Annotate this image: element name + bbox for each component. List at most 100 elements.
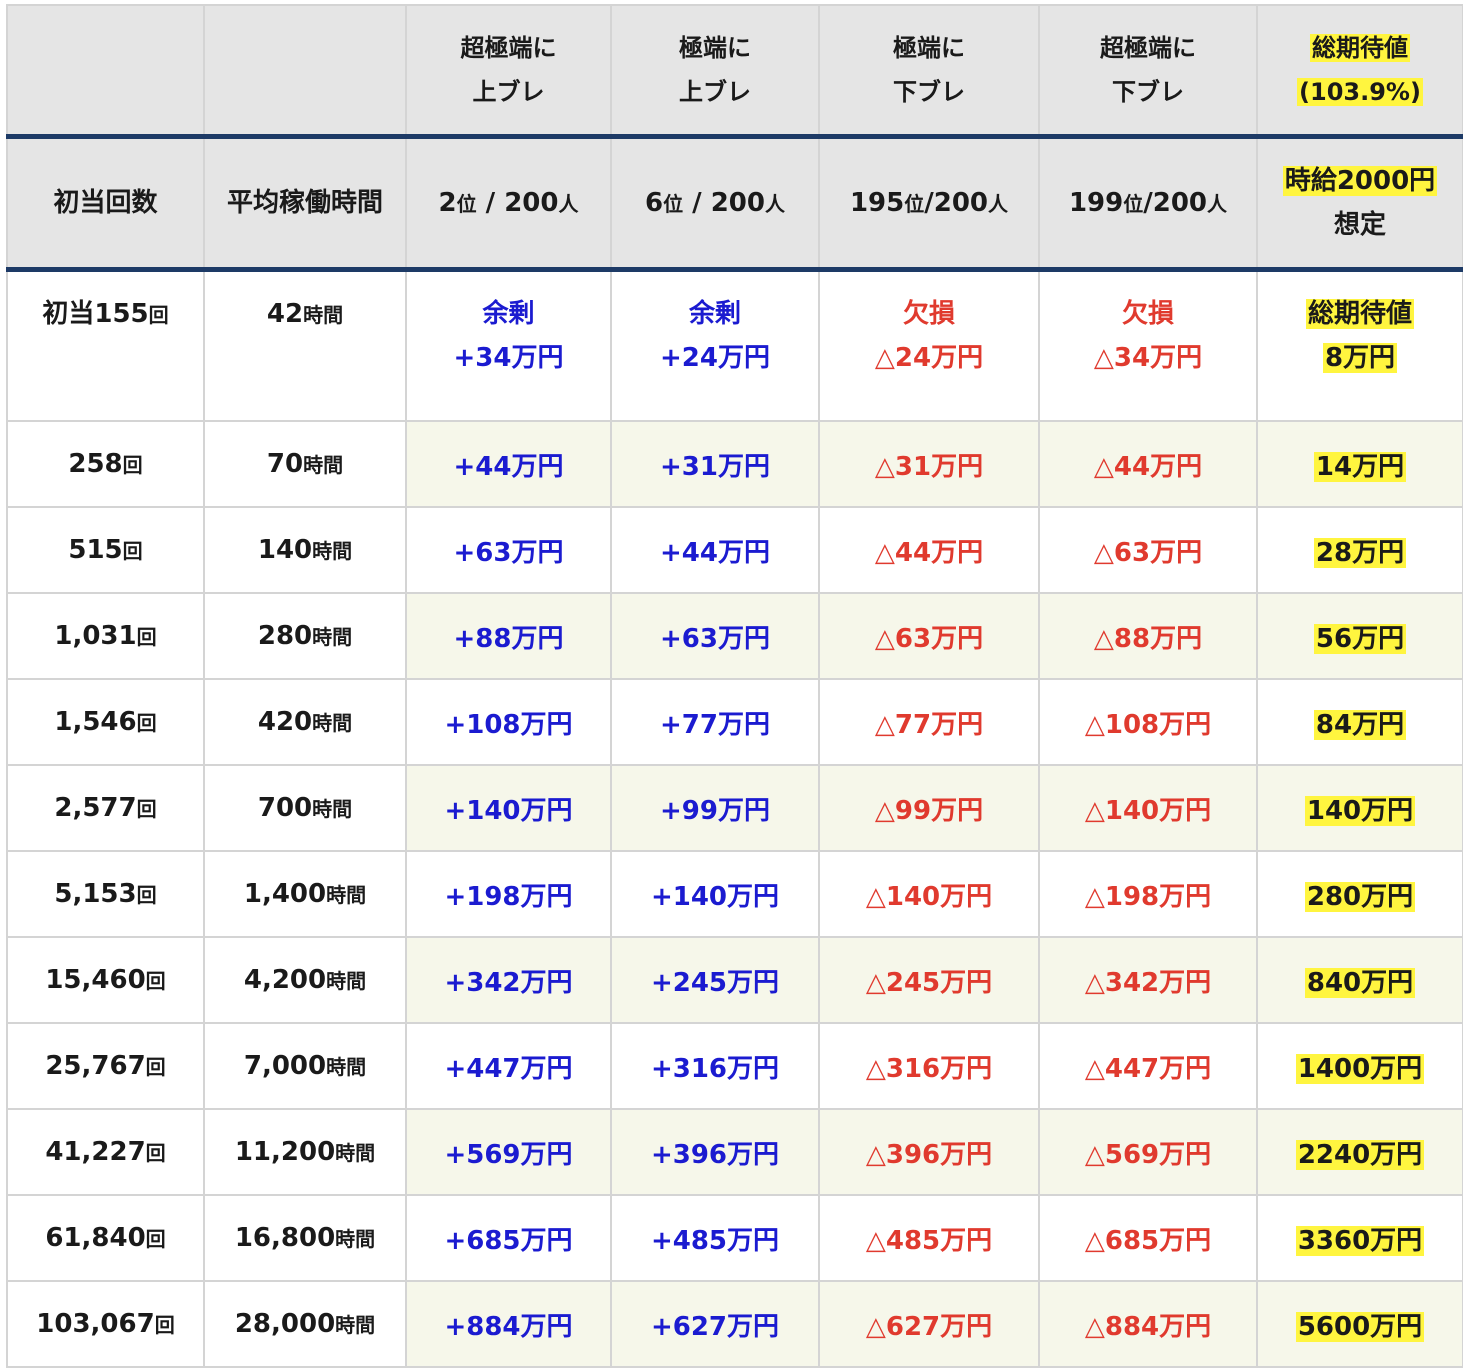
rank-unit: 位 bbox=[1123, 191, 1144, 216]
header-row-variance: 超極端に 上ブレ 極端に 上ブレ 極端に 下ブレ 超極端に 下ブレ 総期待値 (… bbox=[6, 4, 1463, 139]
hits-cell: 258回 bbox=[6, 420, 205, 508]
rank-total: /200 bbox=[1143, 187, 1208, 218]
expected-value: 280万円 bbox=[1304, 881, 1416, 912]
expected-value: 28万円 bbox=[1313, 537, 1407, 568]
header-empty-2 bbox=[203, 4, 407, 139]
deficit-cell: △44万円 bbox=[1038, 420, 1258, 508]
expected-cell: 5600万円 bbox=[1256, 1280, 1463, 1368]
surplus-cell: 余剰 +24万円 bbox=[610, 268, 820, 422]
deficit-cell: △63万円 bbox=[1038, 506, 1258, 594]
hits-value: 258 bbox=[68, 449, 123, 479]
rank-unit: 位 bbox=[456, 191, 477, 216]
hits-value: 1,546 bbox=[54, 707, 137, 737]
table-row: 1,546回 420時間 +108万円 +77万円 △77万円 △108万円 84万円 bbox=[6, 678, 1463, 766]
hits-value: 25,767 bbox=[45, 1051, 146, 1081]
hours-value: 140 bbox=[257, 535, 313, 565]
hits-cell: 15,460回 bbox=[6, 936, 205, 1024]
header-total-expected: 総期待値 (103.9%) bbox=[1256, 4, 1463, 139]
surplus-cell: +627万円 bbox=[610, 1280, 820, 1368]
rank-unit: 位 bbox=[904, 191, 925, 216]
deficit-cell: △44万円 bbox=[818, 506, 1040, 594]
deficit-cell: △627万円 bbox=[818, 1280, 1040, 1368]
surplus-cell: +63万円 bbox=[405, 506, 612, 594]
hours-value: 280 bbox=[257, 621, 313, 651]
hits-unit: 回 bbox=[136, 625, 157, 649]
deficit-cell: △316万円 bbox=[818, 1022, 1040, 1110]
hits-value: 初当155 bbox=[42, 299, 149, 329]
table-row: 2,577回 700時間 +140万円 +99万円 △99万円 △140万円 140万円 bbox=[6, 764, 1463, 852]
surplus-cell: +485万円 bbox=[610, 1194, 820, 1282]
hours-cell: 280時間 bbox=[203, 592, 407, 680]
header-rank-199: 199位/200人 bbox=[1038, 135, 1258, 272]
surplus-cell: +396万円 bbox=[610, 1108, 820, 1196]
hits-value: 61,840 bbox=[45, 1223, 146, 1253]
surplus-cell: 余剰 +34万円 bbox=[405, 268, 612, 422]
hits-unit: 回 bbox=[145, 1055, 166, 1079]
expected-value: 2240万円 bbox=[1295, 1139, 1425, 1170]
hours-cell: 420時間 bbox=[203, 678, 407, 766]
hours-value: 42 bbox=[266, 299, 304, 329]
surplus-cell: +685万円 bbox=[405, 1194, 612, 1282]
table-row: 258回 70時間 +44万円 +31万円 △31万円 △44万円 14万円 bbox=[6, 420, 1463, 508]
table-row: 15,460回 4,200時間 +342万円 +245万円 △245万円 △342万円 84… bbox=[6, 936, 1463, 1024]
hits-unit: 回 bbox=[122, 539, 143, 563]
header-rank-6: 6位 / 200人 bbox=[610, 135, 820, 272]
surplus-cell: +63万円 bbox=[610, 592, 820, 680]
hits-value: 1,031 bbox=[54, 621, 137, 651]
expected-value: 5600万円 bbox=[1295, 1311, 1425, 1342]
rank-people-unit: 人 bbox=[558, 191, 579, 216]
surplus-cell: +884万円 bbox=[405, 1280, 612, 1368]
surplus-cell: +342万円 bbox=[405, 936, 612, 1024]
hits-cell: 515回 bbox=[6, 506, 205, 594]
header-text: 時給2000円 bbox=[1282, 166, 1438, 196]
expected-cell: 840万円 bbox=[1256, 936, 1463, 1024]
surplus-cell: +99万円 bbox=[610, 764, 820, 852]
hits-unit: 回 bbox=[136, 883, 157, 907]
hits-cell: 1,031回 bbox=[6, 592, 205, 680]
header-text: 超極端に bbox=[460, 34, 557, 62]
hits-value: 15,460 bbox=[45, 965, 146, 995]
hits-unit: 回 bbox=[145, 969, 166, 993]
deficit-cell: △447万円 bbox=[1038, 1022, 1258, 1110]
expected-cell: 14万円 bbox=[1256, 420, 1463, 508]
hits-unit: 回 bbox=[145, 1141, 166, 1165]
hours-unit: 時間 bbox=[312, 539, 353, 563]
hours-cell: 11,200時間 bbox=[203, 1108, 407, 1196]
table-row: 5,153回 1,400時間 +198万円 +140万円 △140万円 △198万円 280… bbox=[6, 850, 1463, 938]
hits-value: 5,153 bbox=[54, 879, 137, 909]
deficit-cell: △342万円 bbox=[1038, 936, 1258, 1024]
hours-value: 700 bbox=[257, 793, 313, 823]
cell-value: +34万円 bbox=[453, 343, 564, 373]
deficit-cell: 欠損 △34万円 bbox=[1038, 268, 1258, 422]
cell-label: 余剰 bbox=[688, 299, 741, 329]
rank-people-unit: 人 bbox=[1207, 191, 1228, 216]
hours-cell: 140時間 bbox=[203, 506, 407, 594]
surplus-cell: +569万円 bbox=[405, 1108, 612, 1196]
header-text: (103.9%) bbox=[1297, 78, 1423, 106]
cell-label: 欠損 bbox=[902, 299, 955, 329]
hours-unit: 時間 bbox=[335, 1227, 376, 1251]
surplus-cell: +77万円 bbox=[610, 678, 820, 766]
deficit-cell: △108万円 bbox=[1038, 678, 1258, 766]
hours-cell: 700時間 bbox=[203, 764, 407, 852]
deficit-cell: △685万円 bbox=[1038, 1194, 1258, 1282]
hits-unit: 回 bbox=[136, 711, 157, 735]
hours-unit: 時間 bbox=[312, 625, 353, 649]
expected-cell: 56万円 bbox=[1256, 592, 1463, 680]
hits-value: 41,227 bbox=[45, 1137, 146, 1167]
deficit-cell: 欠損 △24万円 bbox=[818, 268, 1040, 422]
surplus-cell: +245万円 bbox=[610, 936, 820, 1024]
hours-unit: 時間 bbox=[326, 1055, 367, 1079]
expected-value: 140万円 bbox=[1304, 795, 1416, 826]
surplus-cell: +108万円 bbox=[405, 678, 612, 766]
hits-cell: 41,227回 bbox=[6, 1108, 205, 1196]
surplus-cell: +316万円 bbox=[610, 1022, 820, 1110]
hits-unit: 回 bbox=[145, 1227, 166, 1251]
header-row-rank: 初当回数 平均稼働時間 2位 / 200人 6位 / 200人 195位/200… bbox=[6, 135, 1463, 272]
hours-unit: 時間 bbox=[312, 797, 353, 821]
rank-total: / 200 bbox=[683, 187, 765, 218]
hours-value: 7,000 bbox=[243, 1051, 327, 1081]
header-avg-hours: 平均稼働時間 bbox=[203, 135, 407, 272]
table-row: 103,067回 28,000時間 +884万円 +627万円 △627万円 △884万円… bbox=[6, 1280, 1463, 1368]
surplus-cell: +140万円 bbox=[610, 850, 820, 938]
